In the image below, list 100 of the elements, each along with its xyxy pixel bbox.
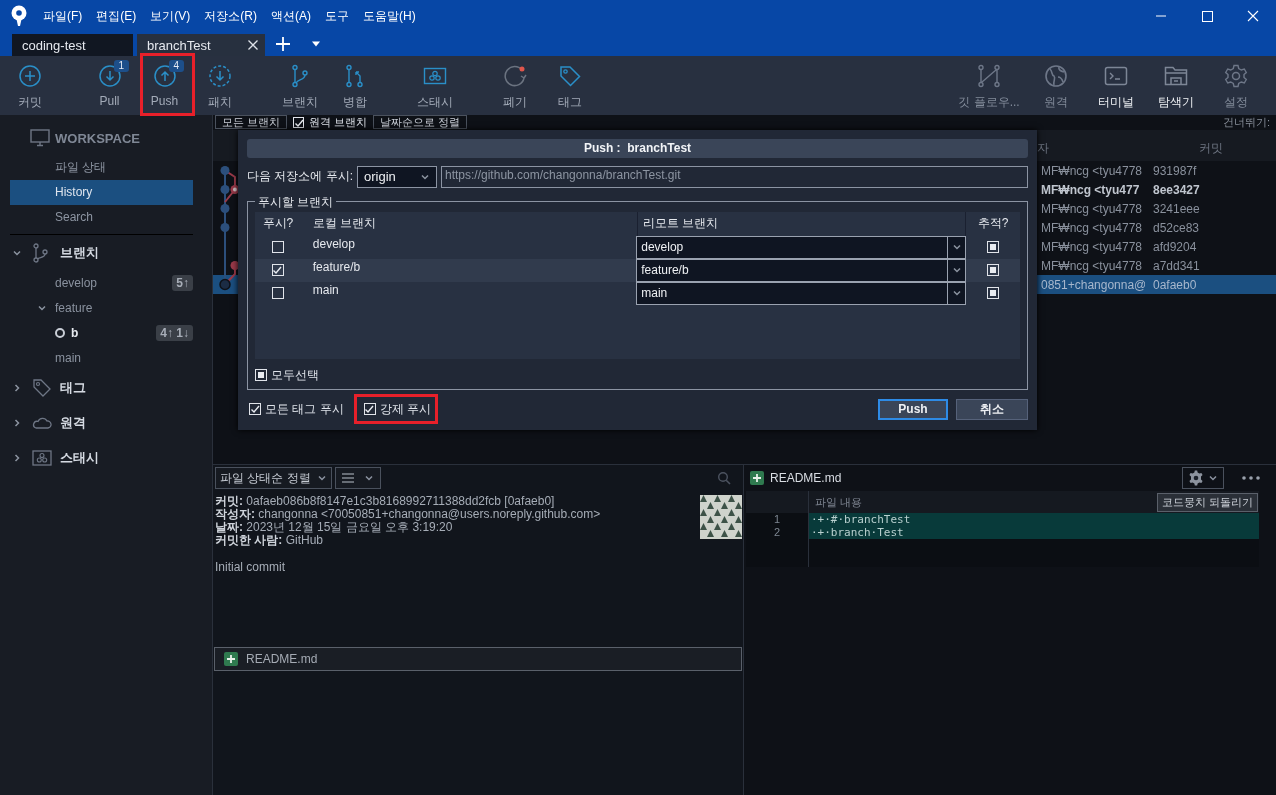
- menu-item[interactable]: 파일(F): [43, 7, 83, 25]
- field-label: 다음 저장소에 푸시:: [247, 168, 353, 186]
- settings-dropdown[interactable]: [1182, 467, 1224, 489]
- branch-item[interactable]: develop: [55, 275, 98, 290]
- ahead-behind-badge: 4↑ 1↓: [156, 324, 193, 341]
- commit-info-line: 작성자: changonna <70050851+changonna@users.noreply.github.com>: [215, 508, 602, 521]
- column-header[interactable]: 푸시?: [255, 215, 301, 233]
- dropdown-caret-icon[interactable]: [311, 41, 321, 47]
- line-number: 1: [746, 513, 809, 526]
- code-line: ·+·branch·Test: [810, 526, 904, 539]
- sort-select[interactable]: 파일 상태순 정렬: [215, 467, 332, 489]
- toolbar-button[interactable]: 패치: [192, 56, 247, 115]
- branch-item[interactable]: b: [71, 325, 79, 340]
- revert-hunk-button[interactable]: 코드뭉치 되돌리기: [1156, 492, 1258, 512]
- checkbox[interactable]: [293, 117, 305, 128]
- table-cell-text: main: [311, 281, 340, 299]
- remote-select[interactable]: origin: [357, 165, 437, 188]
- more-icon[interactable]: [1242, 476, 1260, 480]
- toolbar-button[interactable]: 원격: [1026, 56, 1086, 115]
- section-title[interactable]: 스태시: [60, 448, 99, 467]
- sort-select[interactable]: 날짜순으로 정렬: [373, 115, 468, 129]
- close-icon[interactable]: [247, 39, 259, 51]
- branch-item[interactable]: feature: [55, 300, 93, 315]
- toolbar-button[interactable]: 깃 플로우...: [952, 56, 1026, 115]
- section-title[interactable]: 브랜치: [60, 243, 99, 262]
- column-header[interactable]: 자: [1037, 140, 1145, 157]
- file-row[interactable]: README.md: [214, 647, 742, 671]
- toolbar-button[interactable]: 브랜치: [272, 56, 327, 115]
- line-number: 2: [746, 526, 809, 539]
- count-badge: 4: [168, 60, 185, 72]
- checkbox-label: 모든 태그 푸시: [265, 400, 344, 418]
- file-name: README.md: [770, 471, 842, 485]
- plus-circle-icon: [17, 64, 42, 88]
- column-header[interactable]: 로컬 브랜치: [300, 215, 637, 233]
- folder-icon: [1164, 64, 1188, 88]
- terminal-icon: [1104, 64, 1128, 88]
- stash-icon: [32, 447, 52, 468]
- section-title[interactable]: 원격: [60, 413, 86, 432]
- menu-item[interactable]: 도움말(H): [363, 7, 416, 25]
- monitor-icon: [30, 129, 50, 147]
- settings-icon: [1224, 64, 1248, 88]
- view-mode-select[interactable]: [334, 467, 381, 489]
- toolbar-button[interactable]: 폐기: [487, 56, 542, 115]
- toolbar-button[interactable]: 탐색기: [1146, 56, 1206, 115]
- sidebar-item[interactable]: 파일 상태: [10, 155, 193, 180]
- chevron-icon: [316, 473, 327, 483]
- remote-branch-select[interactable]: main: [636, 281, 967, 305]
- toolbar-button[interactable]: 병합: [327, 56, 382, 115]
- branch-filter-select[interactable]: 모든 브랜치: [215, 115, 288, 129]
- toolbar-button[interactable]: 설정: [1206, 56, 1266, 115]
- list-icon: [341, 473, 354, 483]
- toolbar-button[interactable]: 스태시: [407, 56, 462, 115]
- commit-info-line: 날짜: 2023년 12월 15일 금요일 오후 3:19:20: [215, 521, 453, 534]
- checkbox-label: 모두선택: [271, 366, 319, 384]
- globe-icon: [1044, 64, 1068, 88]
- tab[interactable]: coding-test: [12, 34, 133, 56]
- checkbox[interactable]: [271, 241, 284, 254]
- checkbox[interactable]: [987, 264, 1000, 277]
- tab[interactable]: branchTest: [137, 34, 265, 56]
- checkbox[interactable]: [271, 264, 284, 277]
- dialog-button[interactable]: 취소: [956, 398, 1028, 420]
- commit-message: Initial commit: [215, 560, 286, 574]
- checkbox-label: 원격 브랜치: [309, 115, 368, 130]
- toolbar-button[interactable]: 태그: [542, 56, 597, 115]
- url-field: https://github.com/changonna/branchTest.git: [441, 165, 1028, 188]
- branch-item[interactable]: main: [55, 350, 81, 365]
- menu-item[interactable]: 보기(V): [150, 7, 191, 25]
- dialog-button[interactable]: Push: [878, 398, 948, 420]
- menu-item[interactable]: 편집(E): [96, 7, 137, 25]
- flow-icon: [977, 64, 1001, 88]
- column-header[interactable]: 리모트 브랜치: [636, 211, 966, 236]
- checkbox[interactable]: [987, 241, 1000, 254]
- add-tab-icon[interactable]: [275, 36, 291, 52]
- menu-item[interactable]: 도구: [325, 7, 349, 25]
- menu-item[interactable]: 저장소(R): [204, 7, 257, 25]
- toolbar-button[interactable]: 1 Pull: [82, 56, 137, 115]
- sidebar-item[interactable]: Search: [10, 205, 193, 230]
- checkbox[interactable]: [363, 403, 376, 416]
- remote-branch-select[interactable]: develop: [636, 235, 967, 259]
- remote-branch-select[interactable]: feature/b: [636, 258, 967, 282]
- toolbar-button[interactable]: 4 Push: [137, 56, 192, 115]
- checkbox[interactable]: [271, 287, 284, 300]
- table-cell-text: develop: [311, 235, 356, 253]
- toolbar-button[interactable]: 터미널: [1086, 56, 1146, 115]
- avatar-icon: [700, 495, 742, 539]
- jump-label: 건너뛰기:: [1222, 115, 1270, 130]
- toolbar-button[interactable]: 커밋: [2, 56, 57, 115]
- column-header[interactable]: 추적?: [965, 211, 1020, 236]
- checkbox[interactable]: [255, 369, 267, 382]
- sidebar-item[interactable]: History: [10, 180, 193, 205]
- count-badge: 1: [113, 60, 130, 72]
- column-header[interactable]: 커밋: [1145, 140, 1276, 157]
- chevron-icon: [363, 473, 374, 483]
- checkbox-label: 강제 푸시: [379, 400, 431, 418]
- app-logo-icon: [9, 5, 29, 27]
- menu-item[interactable]: 액션(A): [271, 7, 311, 25]
- checkbox[interactable]: [249, 403, 261, 416]
- dialog-title: Push : branchTest: [247, 139, 1028, 158]
- section-title[interactable]: 태그: [60, 378, 86, 397]
- checkbox[interactable]: [987, 287, 1000, 300]
